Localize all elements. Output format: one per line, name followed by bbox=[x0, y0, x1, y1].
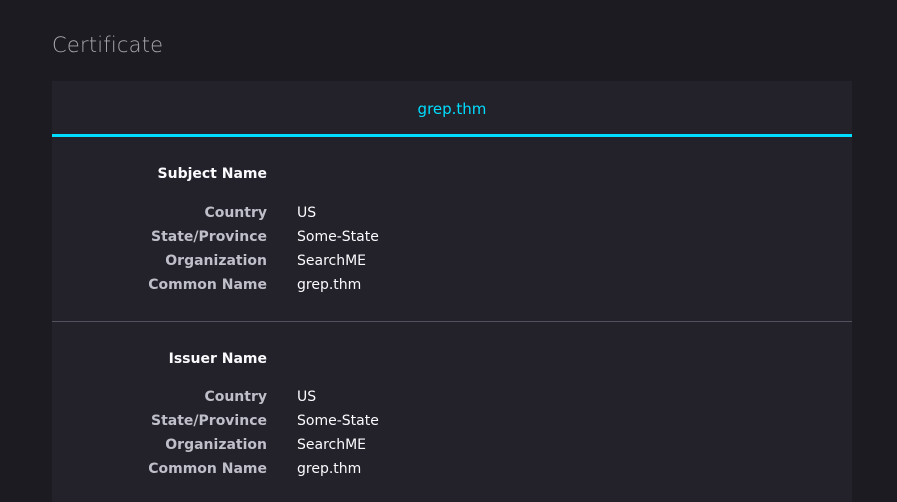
issuer-name-fields: Country US State/Province Some-State Org… bbox=[52, 385, 852, 481]
field-value: Some-State bbox=[297, 413, 379, 429]
field-value: US bbox=[297, 205, 317, 221]
subject-state-row: State/Province Some-State bbox=[52, 225, 852, 249]
issuer-organization-row: Organization SearchME bbox=[52, 433, 852, 457]
field-value: grep.thm bbox=[297, 461, 362, 477]
tab-grep-thm[interactable]: grep.thm bbox=[418, 97, 487, 119]
issuer-name-heading: Issuer Name bbox=[168, 351, 267, 367]
field-label: Country bbox=[204, 205, 267, 221]
subject-organization-row: Organization SearchME bbox=[52, 249, 852, 273]
field-label: Common Name bbox=[148, 461, 267, 477]
certificate-card: grep.thm Subject Name Country US State/P… bbox=[52, 81, 852, 502]
issuer-state-row: State/Province Some-State bbox=[52, 409, 852, 433]
subject-common-name-row: Common Name grep.thm bbox=[52, 273, 852, 297]
issuer-country-row: Country US bbox=[52, 385, 852, 409]
field-label: Country bbox=[204, 389, 267, 405]
field-value: grep.thm bbox=[297, 277, 362, 293]
field-value: US bbox=[297, 389, 317, 405]
subject-name-fields: Country US State/Province Some-State Org… bbox=[52, 201, 852, 297]
field-label: State/Province bbox=[151, 413, 267, 429]
subject-country-row: Country US bbox=[52, 201, 852, 225]
field-value: SearchME bbox=[297, 253, 367, 269]
subject-name-section: Subject Name Country US State/Province S… bbox=[52, 137, 852, 322]
issuer-name-section: Issuer Name Country US State/Province So… bbox=[52, 322, 852, 502]
field-value: Some-State bbox=[297, 229, 379, 245]
field-value: SearchME bbox=[297, 437, 367, 453]
field-label: Organization bbox=[165, 437, 267, 453]
certificate-tab-bar: grep.thm bbox=[52, 81, 852, 137]
field-label: State/Province bbox=[151, 229, 267, 245]
page-title: Certificate bbox=[52, 33, 164, 57]
field-label: Organization bbox=[165, 253, 267, 269]
subject-name-heading: Subject Name bbox=[157, 166, 267, 182]
issuer-common-name-row: Common Name grep.thm bbox=[52, 457, 852, 481]
field-label: Common Name bbox=[148, 277, 267, 293]
